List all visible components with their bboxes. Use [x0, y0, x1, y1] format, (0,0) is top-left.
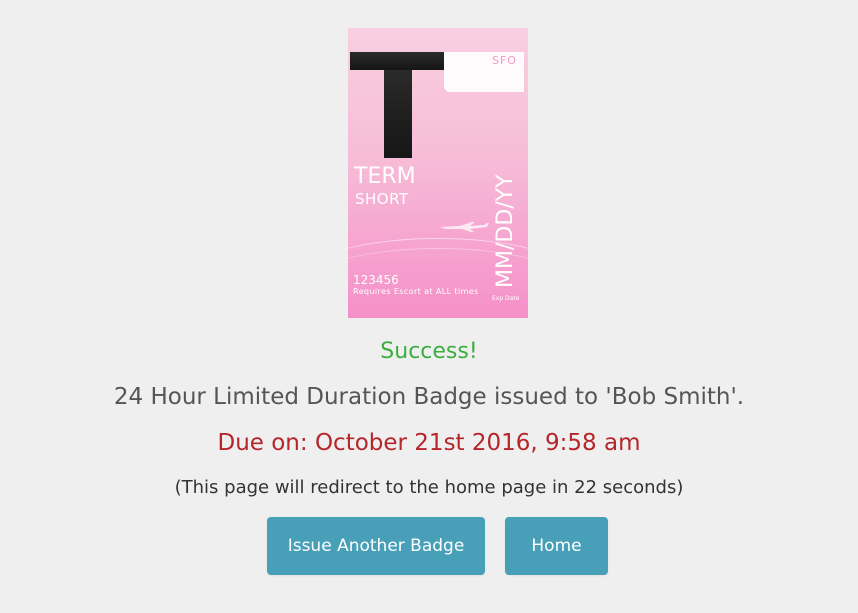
due-message: Due on: October 21st 2016, 9:58 am — [217, 430, 641, 456]
redirect-message: (This page will redirect to the home pag… — [174, 477, 684, 498]
success-message: Success! — [380, 339, 478, 364]
home-button[interactable]: Home — [505, 517, 608, 575]
badge-arc — [348, 248, 528, 318]
badge-duration-label: SHORT — [355, 190, 409, 208]
badge-image: SFO TERM SHORT MM/DD/YY 123456 Requires … — [348, 28, 528, 318]
badge-term-label: TERM — [354, 164, 416, 189]
badge-airport: SFO — [492, 54, 517, 67]
issue-another-badge-button[interactable]: Issue Another Badge — [267, 517, 485, 575]
plane-icon — [440, 222, 489, 232]
issued-message: 24 Hour Limited Duration Badge issued to… — [113, 384, 745, 410]
